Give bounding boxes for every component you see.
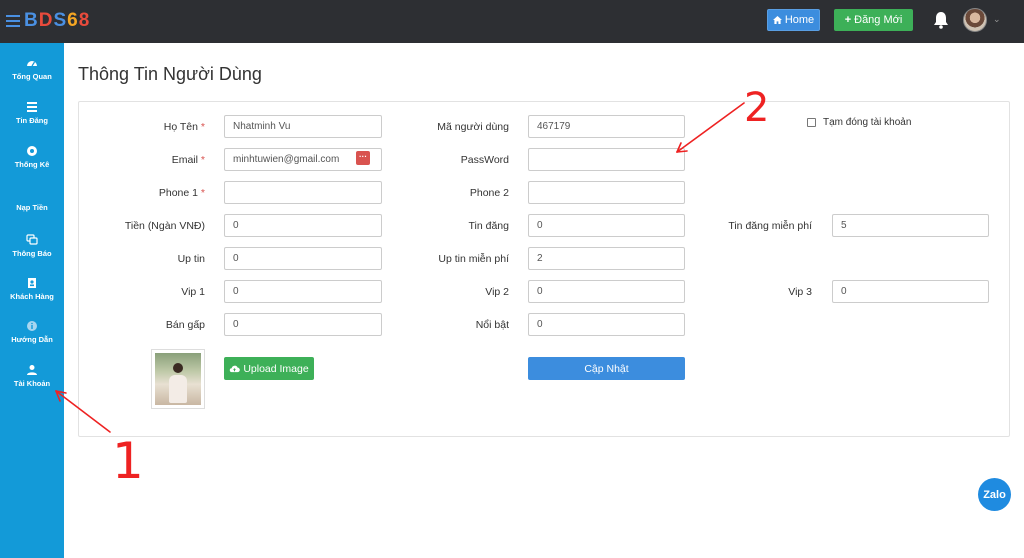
phone1-label: Phone 1 *: [120, 187, 205, 199]
phone1-input[interactable]: [224, 181, 382, 204]
tien-label: Tiền (Ngàn VNĐ): [124, 220, 205, 232]
plus-icon: +: [844, 14, 852, 26]
chat-icon: [26, 234, 38, 245]
tin-dang-mien-phi-input[interactable]: 5: [832, 214, 989, 237]
ho-ten-label: Họ Tên *: [120, 121, 205, 133]
tam-dong-label: Tạm đóng tài khoản: [823, 117, 912, 128]
logo-text: BDS68: [24, 10, 90, 32]
ban-gap-input[interactable]: 0: [224, 313, 382, 336]
up-tin-label: Up tin: [177, 253, 205, 265]
vip3-label: Vip 3: [788, 286, 812, 298]
info-icon: [27, 321, 37, 331]
sidebar-item-label: Thống Kê: [14, 160, 50, 169]
phone2-input[interactable]: [528, 181, 685, 204]
noi-bat-label: Nổi bật: [475, 319, 509, 331]
cloud-upload-icon: [230, 365, 241, 372]
sidebar-item-label: Tin Đăng: [16, 116, 48, 125]
up-tin-mien-phi-input[interactable]: 2: [528, 247, 685, 270]
list-icon: [27, 102, 37, 112]
sidebar-item-thong-bao[interactable]: Thông Báo: [0, 234, 64, 258]
required-mark: *: [200, 121, 205, 133]
zalo-chat-button[interactable]: Zalo: [978, 478, 1011, 511]
hamburger-icon[interactable]: [6, 15, 20, 27]
ho-ten-label-text: Họ Tên: [163, 121, 198, 133]
tam-dong-checkbox[interactable]: [807, 118, 816, 127]
phone2-label: Phone 2: [469, 187, 509, 199]
sidebar-item-nap-tien[interactable]: Nạp Tiền: [0, 203, 64, 212]
upload-image-label: Upload Image: [243, 362, 309, 375]
ho-ten-input[interactable]: Nhatminh Vu: [224, 115, 382, 138]
sidebar-item-label: Tổng Quan: [12, 72, 52, 81]
up-tin-mien-phi-label: Up tin miễn phí: [438, 253, 509, 265]
password-label: PassWord: [460, 154, 509, 166]
avatar[interactable]: [963, 8, 987, 32]
sidebar-item-tong-quan[interactable]: Tổng Quan: [0, 57, 64, 81]
password-input[interactable]: [528, 148, 685, 171]
dashboard-icon: [27, 61, 37, 67]
sidebar-item-label: Hướng Dẫn: [11, 335, 53, 344]
sidebar-item-label: Thông Báo: [12, 249, 52, 258]
new-post-button[interactable]: + Đăng Mới: [834, 9, 913, 31]
logo-letter: D: [38, 10, 54, 31]
logo-letter: B: [24, 10, 39, 31]
chevron-down-icon[interactable]: ⌄: [993, 14, 1001, 25]
home-icon: [772, 16, 782, 24]
sidebar-item-label: Khách Hàng: [10, 292, 54, 301]
vip1-input[interactable]: 0: [224, 280, 382, 303]
home-button-label: Home: [784, 14, 815, 26]
ma-nguoi-dung-label: Mã người dùng: [437, 121, 509, 133]
chart-icon: [27, 146, 37, 156]
phone1-label-text: Phone 1: [158, 187, 198, 199]
home-button[interactable]: Home: [767, 9, 820, 31]
new-post-button-label: Đăng Mới: [854, 14, 903, 26]
ma-nguoi-dung-input[interactable]: 467179: [528, 115, 685, 138]
annotation-number-1: 1: [112, 432, 144, 490]
logo-letter: S: [53, 10, 68, 31]
logo-letter: 8: [78, 10, 91, 31]
email-label: Email *: [120, 154, 205, 166]
logo-letter: 6: [67, 10, 79, 31]
password-manager-icon[interactable]: ···: [356, 151, 370, 165]
vip2-input[interactable]: 0: [528, 280, 685, 303]
tin-dang-label: Tin đăng: [468, 220, 509, 232]
logo[interactable]: BDS68: [6, 10, 90, 32]
sidebar-item-thong-ke[interactable]: Thống Kê: [0, 145, 64, 169]
page-title: Thông Tin Người Dùng: [78, 64, 262, 84]
email-label-text: Email: [171, 154, 198, 166]
sidebar-item-huong-dan[interactable]: Hướng Dẫn: [0, 320, 64, 344]
vip2-label: Vip 2: [485, 286, 509, 298]
required-mark: *: [200, 187, 205, 199]
tin-dang-input[interactable]: 0: [528, 214, 685, 237]
tin-dang-mien-phi-label: Tin đăng miễn phí: [728, 220, 812, 232]
profile-image: [151, 349, 205, 409]
sidebar-item-khach-hang[interactable]: Khách Hàng: [0, 277, 64, 301]
upload-image-button[interactable]: Upload Image: [224, 357, 314, 380]
top-bar: BDS68 Home + Đăng Mới ⌄: [0, 0, 1024, 43]
sidebar-item-label: Nạp Tiền: [16, 203, 48, 212]
noi-bat-input[interactable]: 0: [528, 313, 685, 336]
profile-photo: [155, 353, 201, 405]
user-icon: [27, 365, 37, 375]
vip1-label: Vip 1: [181, 286, 205, 298]
required-mark: *: [200, 154, 205, 166]
tien-input[interactable]: 0: [224, 214, 382, 237]
sidebar: Tổng Quan Tin Đăng Thống Kê Nạp Tiền Thô…: [0, 43, 64, 558]
sidebar-item-tai-khoan[interactable]: Tài Khoản: [0, 364, 64, 388]
bell-icon[interactable]: [932, 11, 950, 29]
ban-gap-label: Bán gấp: [165, 319, 205, 331]
contact-icon: [28, 278, 36, 288]
up-tin-input[interactable]: 0: [224, 247, 382, 270]
update-button[interactable]: Cập Nhật: [528, 357, 685, 380]
vip3-input[interactable]: 0: [832, 280, 989, 303]
sidebar-item-tin-dang[interactable]: Tin Đăng: [0, 101, 64, 125]
sidebar-item-label: Tài Khoản: [13, 379, 51, 388]
